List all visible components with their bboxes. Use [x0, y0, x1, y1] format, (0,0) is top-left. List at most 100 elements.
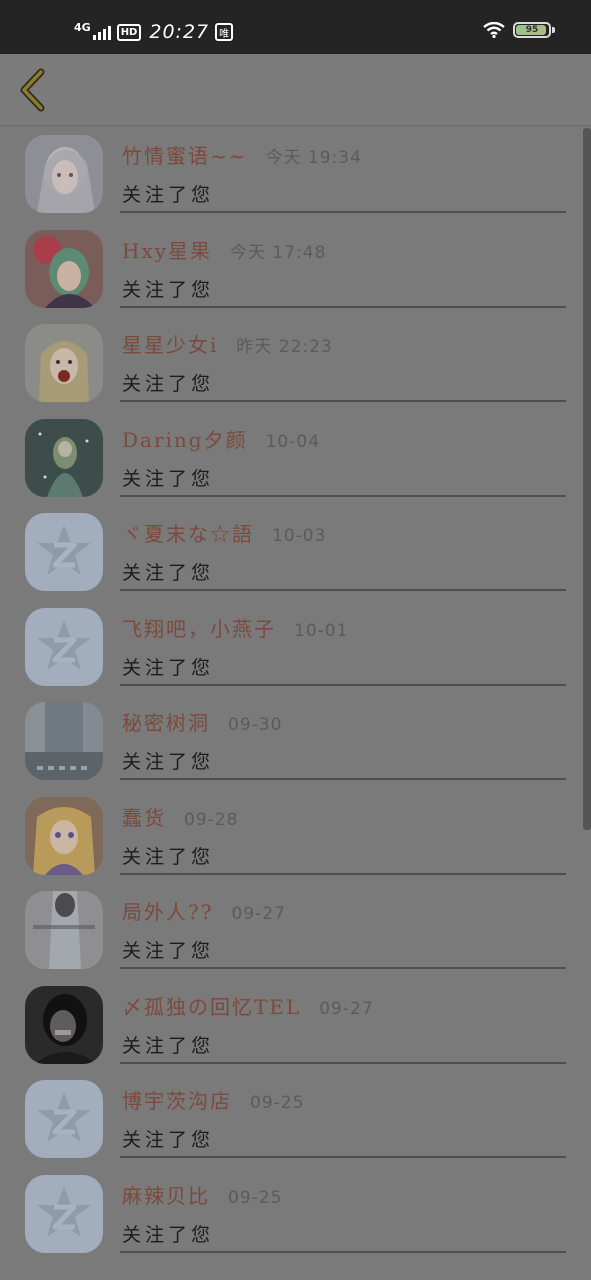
battery-icon: 95 — [513, 22, 551, 38]
divider — [120, 305, 566, 308]
avatar[interactable] — [25, 796, 103, 875]
message-text: 关注了您 — [122, 467, 215, 490]
message-text: 关注了您 — [122, 656, 215, 679]
user-name[interactable]: 博宇茨沟店 09-25 — [122, 1085, 304, 1114]
message-text: 关注了您 — [122, 1034, 215, 1057]
divider — [120, 683, 566, 686]
battery-tip — [552, 27, 555, 33]
status-time: 20:27 — [149, 21, 210, 43]
app-bar — [0, 54, 591, 126]
user-name[interactable]: ヾ夏末な☆語 10-03 — [122, 518, 326, 547]
user-name-text: 竹情蜜语~~ — [122, 144, 248, 168]
scrollbar[interactable] — [583, 128, 591, 830]
avatar[interactable] — [25, 891, 103, 969]
user-name-text: 〆孤独の回忆TEL — [122, 994, 302, 1019]
timestamp: 10-01 — [294, 620, 349, 641]
avatar[interactable] — [25, 324, 103, 402]
user-name-text: ヾ夏末な☆語 — [122, 522, 254, 546]
timestamp: 09-25 — [250, 1093, 305, 1113]
user-name[interactable]: Daring夕颜 10-04 — [122, 424, 320, 453]
list-item[interactable]: 蠢货 09-28 关注了您 — [0, 788, 591, 883]
user-name-text: Hxy星果 — [122, 238, 213, 263]
list-item[interactable]: 〆孤独の回忆TEL 09-27 关注了您 — [0, 977, 591, 1072]
list-item[interactable]: 竹情蜜语~~ 今天 19:34 关注了您 — [0, 126, 591, 221]
message-text: 关注了您 — [122, 184, 215, 206]
user-name[interactable]: 秘密树洞 09-30 — [122, 707, 282, 736]
chevron-left-icon — [20, 68, 45, 112]
avatar[interactable] — [25, 135, 103, 213]
status-bar: 4G HD 20:27 唯 95 — [0, 0, 591, 54]
hd-badge: HD — [116, 23, 142, 41]
divider — [120, 494, 566, 497]
avatar[interactable] — [25, 418, 103, 497]
divider — [120, 872, 566, 875]
user-name[interactable]: 〆孤独の回忆TEL 09-27 — [122, 991, 374, 1020]
message-text: 关注了您 — [122, 1223, 215, 1246]
user-name-text: 麻辣贝比 — [122, 1183, 210, 1208]
timestamp: 09-28 — [184, 809, 239, 830]
message-text: 关注了您 — [122, 373, 215, 395]
user-name-text: 蠢货 — [122, 805, 166, 830]
message-text: 关注了您 — [122, 562, 215, 584]
message-text: 关注了您 — [122, 940, 215, 962]
wifi-icon — [483, 22, 505, 38]
avatar[interactable] — [25, 1174, 103, 1253]
status-left: 4G HD 20:27 唯 — [74, 18, 234, 46]
avatar[interactable] — [25, 513, 103, 591]
user-name[interactable]: 局外人?? 09-27 — [122, 896, 286, 925]
divider — [120, 211, 566, 213]
user-name[interactable]: 星星少女i 昨天 22:23 — [122, 329, 333, 358]
timestamp: 今天 17:48 — [230, 242, 327, 263]
list-item[interactable]: 秘密树洞 09-30 关注了您 — [0, 693, 591, 788]
user-name-text: 飞翔吧，小燕子 — [122, 616, 276, 641]
app-notification-icon: 唯 — [215, 23, 234, 41]
timestamp: 09-27 — [319, 998, 374, 1019]
signal-icon — [92, 24, 111, 40]
message-text: 关注了您 — [122, 751, 215, 773]
user-name-text: 博宇茨沟店 — [122, 1089, 232, 1113]
divider — [120, 1250, 566, 1253]
avatar[interactable] — [25, 607, 103, 686]
list-item[interactable]: ヾ夏末な☆語 10-03 关注了您 — [0, 504, 591, 599]
list-item[interactable]: Daring夕颜 10-04 关注了您 — [0, 410, 591, 505]
divider — [120, 589, 566, 591]
avatar[interactable] — [25, 985, 103, 1064]
status-right: 95 — [483, 22, 555, 38]
list-item[interactable]: 星星少女i 昨天 22:23 关注了您 — [0, 315, 591, 410]
user-name[interactable]: 竹情蜜语~~ 今天 19:34 — [122, 140, 362, 169]
back-button[interactable] — [10, 66, 54, 114]
list-item[interactable]: Hxy星果 今天 17:48 关注了您 — [0, 221, 591, 316]
avatar[interactable] — [25, 229, 103, 308]
message-text: 关注了您 — [122, 845, 215, 868]
avatar[interactable] — [25, 702, 103, 780]
list-item[interactable]: 博宇茨沟店 09-25 关注了您 — [0, 1071, 591, 1166]
user-name[interactable]: 蠢货 09-28 — [122, 802, 238, 831]
timestamp: 昨天 22:23 — [236, 337, 333, 357]
user-name-text: 星星少女i — [122, 333, 219, 357]
timestamp: 今天 19:34 — [265, 148, 362, 168]
user-name[interactable]: 麻辣贝比 09-25 — [122, 1180, 282, 1209]
divider — [120, 967, 566, 969]
timestamp: 10-03 — [272, 526, 327, 546]
divider — [120, 1156, 566, 1158]
message-text: 关注了您 — [122, 1129, 215, 1151]
network-type: 4G — [74, 20, 91, 34]
user-name-text: Daring夕颜 — [122, 427, 248, 452]
timestamp: 09-25 — [228, 1187, 283, 1208]
divider — [120, 400, 566, 402]
battery-level: 95 — [525, 25, 539, 35]
avatar[interactable] — [25, 1080, 103, 1158]
list-item[interactable]: 局外人?? 09-27 关注了您 — [0, 882, 591, 977]
message-text: 关注了您 — [122, 278, 215, 301]
timestamp: 09-30 — [228, 715, 283, 735]
divider — [120, 1061, 566, 1064]
user-name[interactable]: 飞翔吧，小燕子 10-01 — [122, 613, 348, 642]
list-item[interactable]: 飞翔吧，小燕子 10-01 关注了您 — [0, 599, 591, 694]
user-name-text: 秘密树洞 — [122, 711, 210, 735]
divider — [120, 778, 566, 780]
user-name-text: 局外人?? — [122, 900, 214, 924]
timestamp: 10-04 — [265, 431, 321, 452]
follower-list[interactable]: 竹情蜜语~~ 今天 19:34 关注了您 Hxy星果 今天 17:48 关注了您 星星少女i… — [0, 126, 591, 1280]
user-name[interactable]: Hxy星果 今天 17:48 — [122, 235, 326, 264]
list-item[interactable]: 麻辣贝比 09-25 关注了您 — [0, 1166, 591, 1261]
